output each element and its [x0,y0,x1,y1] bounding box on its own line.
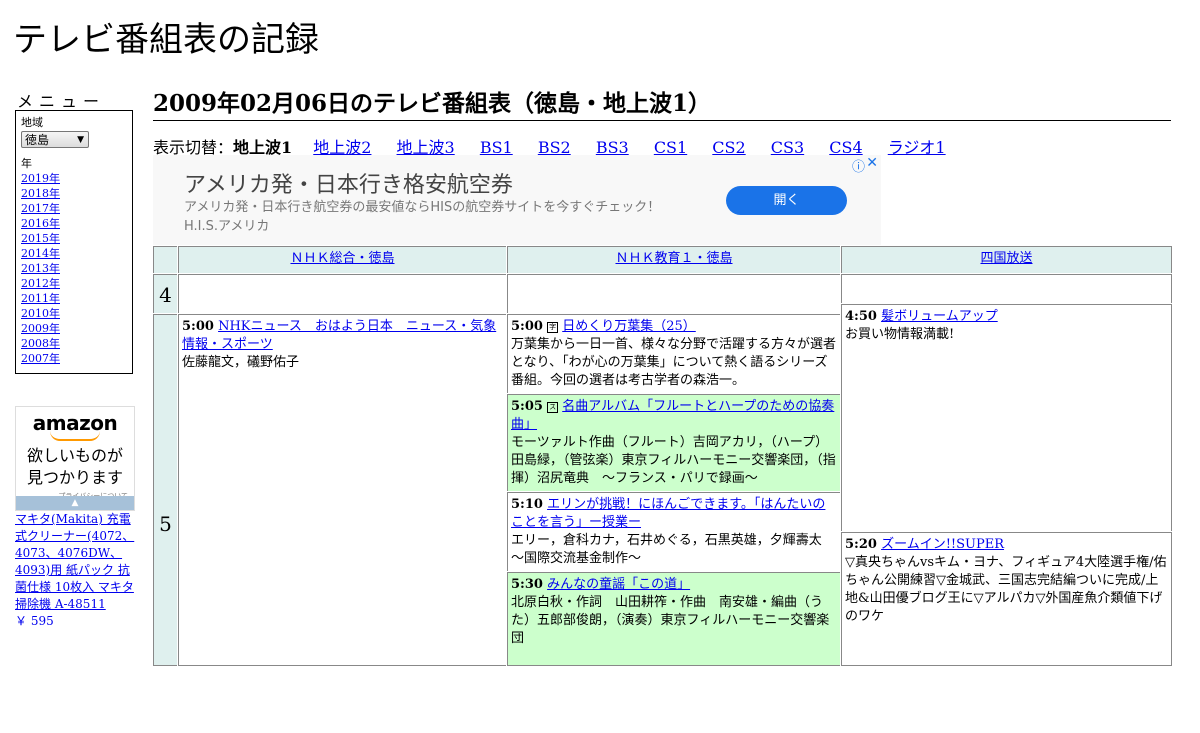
program-time: 5:00 [511,319,543,334]
menu-label: メニュー [17,92,106,111]
program-time: 5:10 [511,497,543,512]
year-link[interactable]: 2015年 [21,231,127,246]
year-list: 2019年 2018年 2017年 2016年 2015年 2014年 2013… [21,171,127,366]
program-time: 5:00 [182,319,214,334]
year-link[interactable]: 2014年 [21,246,127,261]
channel-header: 四国放送 [840,245,1173,275]
program-title-link[interactable]: エリンが挑戦！にほんごできます。「はんたいのことを言う」ー授業ー [511,497,825,530]
program-title-link[interactable]: ズームイン!!SUPER [881,537,1004,552]
year-link[interactable]: 2007年 [21,351,127,366]
amazon-ad-copy-line: 欲しいものが [26,446,123,465]
amazon-ad-copy: 欲しいものが 見つかります [16,445,134,489]
program-time: 5:30 [511,577,543,592]
product-link[interactable]: マキタ(Makita) 充電式クリーナー(4072、4073、4076DW、40… [15,512,134,611]
ad-open-button[interactable]: 開く [726,186,847,215]
program-cell: 4:50 髪ボリュームアップ お買い物情報満載! [840,303,1173,533]
channel-link[interactable]: ＮＨＫ総合・徳島 [290,251,394,266]
year-link[interactable]: 2019年 [21,171,127,186]
product-ad: マキタ(Makita) 充電式クリーナー(4072、4073、4076DW、40… [15,511,137,630]
program-cell: 5:10 エリンが挑戦！にほんごできます。「はんたいのことを言う」ー授業ー エリ… [506,491,842,573]
page-title: 2009年02月06日のテレビ番組表（徳島・地上波1） [153,84,1171,121]
program-description: お買い物情報満載! [845,327,955,342]
product-price: ￥ 595 [15,614,54,628]
region-label: 地域 [21,116,43,129]
menu-box: 地域 徳島 ▼ 年 2019年 2018年 2017年 2016年 2015年 … [15,110,133,374]
site-title: テレビ番組表の記録 [13,20,319,60]
program-grid: ＮＨＫ総合・徳島 ＮＨＫ教育１・徳島 四国放送 4 5 5:00 NHKニュース… [152,245,1173,667]
channel-link[interactable]: ＮＨＫ教育１・徳島 [615,251,732,266]
empty-slot [506,273,842,315]
program-cell: 5:30 みんなの童謡「この道」 北原白秋・作詞 山田耕筰・作曲 南安雄・編曲（… [506,571,842,667]
year-link[interactable]: 2008年 [21,336,127,351]
hour-label: 4 [152,273,179,315]
ad-info-icon[interactable]: ⓘ [852,156,865,175]
year-link[interactable]: 2009年 [21,321,127,336]
program-cell: 5:00 字 日めくり万葉集（25） 万葉集から一日一首、様々な分野で活躍する方… [506,313,842,395]
year-link[interactable]: 2013年 [21,261,127,276]
program-description: 佐藤龍文，礒野佑子 [182,355,300,370]
banner-ad[interactable]: アメリカ発・日本行き格安航空券 アメリカ発・日本行き航空券の最安値ならHISの航… [153,155,881,245]
grid-corner [152,245,179,275]
empty-slot [177,273,508,315]
program-cell: 5:20 ズームイン!!SUPER ▽真央ちゃんvsキム・ヨナ、フィギュア4大陸… [840,531,1173,667]
amazon-ad-copy-line: 見つかります [26,468,123,487]
program-title-link[interactable]: NHKニュース おはよう日本 ニュース・気象情報・スポーツ [182,319,496,352]
program-time: 5:05 [511,399,543,414]
region-select[interactable]: 徳島 ▼ [21,131,89,148]
year-link[interactable]: 2010年 [21,306,127,321]
program-title-link[interactable]: 日めくり万葉集（25） [562,319,696,334]
year-link[interactable]: 2016年 [21,216,127,231]
program-description: モーツァルト作曲（フルート）吉岡アカリ，（ハープ）田島緑，（管弦楽）東京フィルハ… [511,435,836,486]
program-time: 4:50 [845,309,877,324]
amazon-ad[interactable]: amazon 欲しいものが 見つかります プライバシーについて ▲ [15,406,135,511]
ad-description: アメリカ発・日本行き航空券の最安値ならHISの航空券サイトを今すぐチェック！ H… [184,200,661,234]
ad-headline[interactable]: アメリカ発・日本行き格安航空券 [184,167,513,199]
year-link[interactable]: 2011年 [21,291,127,306]
program-title-link[interactable]: 名曲アルバム「フルートとハープのための協奏曲」 [511,399,834,432]
program-cell: 5:05 ス 名曲アルバム「フルートとハープのための協奏曲」 モーツァルト作曲（… [506,393,842,493]
program-description: ▽真央ちゃんvsキム・ヨナ、フィギュア4大陸選手権/佑ちゃん公開練習▽金城武、三… [845,555,1167,624]
ad-close-icon[interactable]: ✕ [866,155,878,171]
program-description: エリー，倉科カナ，石井めぐる，石黒英雄，夕輝壽太 ～国際交流基金制作～ [511,533,835,566]
year-label: 年 [21,157,32,170]
empty-slot [840,273,1173,305]
program-title-link[interactable]: 髪ボリュームアップ [881,309,998,324]
year-link[interactable]: 2017年 [21,201,127,216]
program-description: 北原白秋・作詞 山田耕筰・作曲 南安雄・編曲（うた）五郎部俊朗，（演奏）東京フィ… [511,595,830,646]
up-arrow-icon: ▲ [71,498,79,508]
hour-label: 5 [152,313,179,667]
region-select-value: 徳島 [25,133,50,147]
year-link[interactable]: 2012年 [21,276,127,291]
tab-link[interactable]: ラジオ1 [888,138,946,157]
amazon-logo: amazon [32,411,118,435]
program-description: 万葉集から一日一首、様々な分野で活躍する方々が選者となり、「わが心の万葉集」につ… [511,337,837,388]
program-time: 5:20 [845,537,877,552]
channel-header: ＮＨＫ総合・徳島 [177,245,508,275]
stereo-icon: ス [547,402,559,413]
ad-expand-bar[interactable]: ▲ [16,496,134,510]
channel-header: ＮＨＫ教育１・徳島 [506,245,842,275]
channel-link[interactable]: 四国放送 [980,251,1032,266]
dropdown-arrow-icon: ▼ [77,135,84,145]
program-cell: 5:00 NHKニュース おはよう日本 ニュース・気象情報・スポーツ 佐藤龍文，… [177,313,508,667]
subtitle-icon: 字 [547,322,559,333]
year-link[interactable]: 2018年 [21,186,127,201]
program-title-link[interactable]: みんなの童謡「この道」 [547,577,690,592]
